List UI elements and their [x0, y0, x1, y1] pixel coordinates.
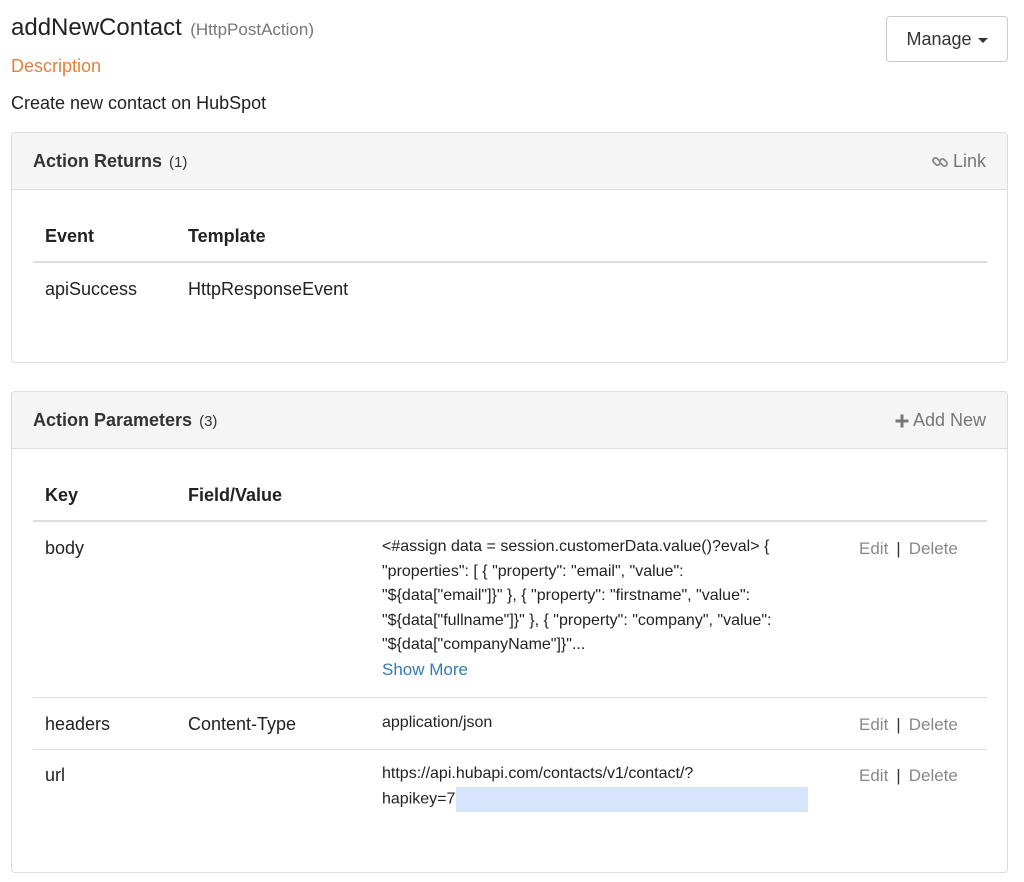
- page-title-row: addNewContact (HttpPostAction): [11, 14, 314, 42]
- row-divider: [33, 749, 987, 750]
- manage-button-label: Manage: [906, 28, 972, 49]
- action-separator: |: [896, 539, 901, 558]
- table-header-divider: [33, 520, 987, 522]
- value-line: https://api.hubapi.com/contacts/v1/conta…: [382, 765, 694, 782]
- row-divider: [33, 697, 987, 698]
- show-more-link[interactable]: Show More: [382, 658, 852, 683]
- value-line: hapikey=7: [382, 786, 852, 812]
- value-line: <#assign data = session.customerData.val…: [382, 538, 770, 555]
- delete-link[interactable]: Delete: [909, 539, 958, 558]
- template-cell: HttpResponseEvent: [188, 279, 349, 299]
- redacted-api-key: [456, 786, 809, 812]
- caret-down-icon: [977, 37, 988, 43]
- link-icon: [932, 156, 948, 167]
- value-line: "${data["fullname"]}" }, { "property": "…: [382, 611, 772, 629]
- description-heading: Description: [11, 56, 102, 76]
- panel-count: (3): [199, 413, 218, 430]
- delete-link[interactable]: Delete: [909, 766, 958, 785]
- table-header-divider: [33, 261, 987, 263]
- manage-dropdown-button[interactable]: Manage: [886, 16, 1008, 62]
- edit-link[interactable]: Edit: [859, 715, 888, 734]
- param-key-cell: url: [45, 765, 66, 785]
- page-title: addNewContact: [11, 14, 182, 41]
- panel-count: (1): [169, 154, 188, 171]
- panel-title: Action Parameters (3): [33, 410, 217, 431]
- panel-title: Action Returns (1): [33, 151, 187, 172]
- link-label: Link: [952, 151, 986, 171]
- action-returns-panel: Action Returns (1) Link Event Template a…: [11, 132, 1008, 363]
- value-line: "${data["companyName"]}"...: [382, 636, 586, 653]
- panel-heading: Action Parameters (3) Add New: [12, 392, 1007, 449]
- row-actions: Edit | Delete: [859, 766, 958, 786]
- edit-link[interactable]: Edit: [859, 766, 888, 785]
- value-line: "${data["email"]}" }, { "property": "fir…: [382, 587, 751, 604]
- panel-title-text: Action Parameters: [33, 410, 193, 430]
- edit-link[interactable]: Edit: [859, 539, 888, 558]
- value-line-prefix: hapikey=7: [382, 790, 456, 808]
- action-separator: |: [896, 715, 901, 734]
- column-header-template: Template: [188, 226, 266, 246]
- plus-icon: [895, 414, 909, 427]
- add-new-label: Add New: [912, 410, 986, 430]
- param-key-cell: body: [45, 538, 85, 558]
- event-cell: apiSuccess: [45, 279, 138, 299]
- panel-heading: Action Returns (1) Link: [12, 133, 1007, 190]
- column-header-field-value: Field/Value: [188, 485, 283, 505]
- parameters-table: Key Field/Value body <#assign data = ses…: [33, 449, 987, 869]
- add-new-button[interactable]: Add New: [895, 410, 986, 431]
- panel-title-text: Action Returns: [33, 151, 163, 171]
- column-header-key: Key: [45, 485, 79, 505]
- delete-link[interactable]: Delete: [909, 715, 958, 734]
- column-header-event: Event: [45, 226, 95, 246]
- action-parameters-panel: Action Parameters (3) Add New Key Field/…: [11, 391, 1008, 873]
- row-actions: Edit | Delete: [859, 539, 958, 559]
- param-value-cell: https://api.hubapi.com/contacts/v1/conta…: [382, 762, 852, 812]
- value-line: "properties": [ { "property": "email", "…: [382, 562, 684, 580]
- action-separator: |: [896, 766, 901, 785]
- param-key-cell: headers: [45, 714, 111, 734]
- param-value-cell: application/json: [382, 714, 493, 731]
- description-text: Create new contact on HubSpot: [11, 93, 267, 113]
- returns-table: Event Template apiSuccess HttpResponseEv…: [33, 190, 987, 360]
- param-value-cell: <#assign data = session.customerData.val…: [382, 535, 852, 682]
- link-button[interactable]: Link: [931, 151, 986, 172]
- action-type-label: (HttpPostAction): [190, 20, 314, 39]
- row-actions: Edit | Delete: [859, 715, 958, 735]
- param-field-cell: Content-Type: [188, 714, 297, 734]
